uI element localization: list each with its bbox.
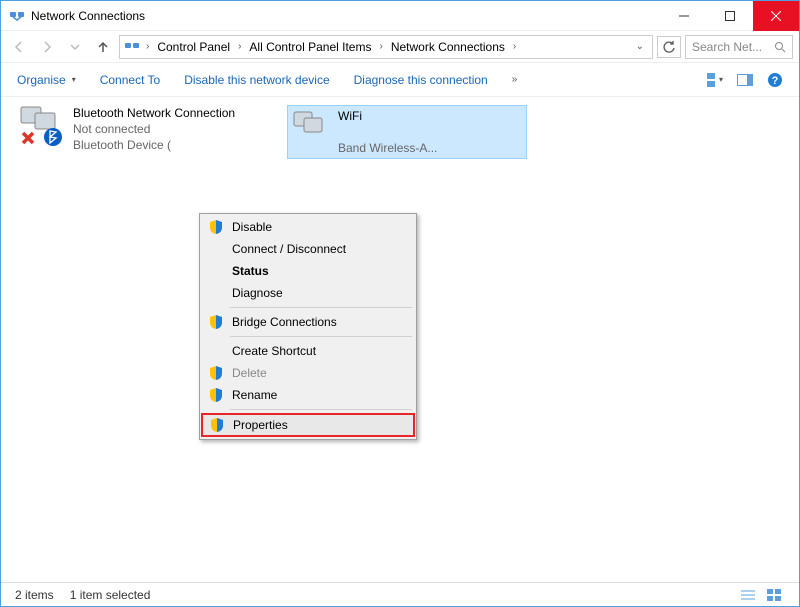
network-adapter-bluetooth[interactable]: Bluetooth Network Connection Not connect… [17,105,257,153]
menu-item-rename[interactable]: Rename [202,384,414,406]
help-icon[interactable]: ? [767,72,783,88]
bluetooth-adapter-icon [17,105,65,147]
breadcrumb-item[interactable]: Network Connections [387,40,509,54]
context-menu: Disable Connect / Disconnect Status Diag… [199,213,417,440]
chevron-right-icon[interactable]: › [236,41,243,52]
menu-separator [230,409,412,410]
search-placeholder: Search Net... [692,40,762,54]
preview-pane-icon[interactable] [737,72,753,88]
forward-button[interactable] [35,35,59,59]
adapter-device: Bluetooth Device ( [73,137,235,153]
shield-icon [208,314,224,330]
menu-item-properties[interactable]: Properties [201,413,415,437]
dropdown-icon[interactable]: ⌄ [632,41,648,52]
adapter-status: Not connected [73,121,235,137]
shield-icon [208,365,224,381]
search-icon [774,41,786,53]
content-area: Bluetooth Network Connection Not connect… [1,97,799,575]
back-button[interactable] [7,35,31,59]
tiles-view-button[interactable] [763,586,785,604]
app-icon [9,8,25,24]
diagnose-button[interactable]: Diagnose this connection [354,73,488,87]
close-button[interactable] [753,1,799,31]
chevron-down-icon: ▾ [72,75,76,84]
menu-item-diagnose[interactable]: Diagnose [202,282,414,304]
details-view-button[interactable] [737,586,759,604]
menu-item-status[interactable]: Status [202,260,414,282]
shield-icon [209,417,225,433]
menu-separator [230,307,412,308]
menu-item-disable[interactable]: Disable [202,216,414,238]
up-button[interactable] [91,35,115,59]
svg-text:?: ? [772,75,779,87]
connect-to-button[interactable]: Connect To [100,73,161,87]
shield-icon [208,387,224,403]
adapter-status [338,124,437,140]
location-icon [124,39,140,55]
search-input[interactable]: Search Net... [685,35,793,59]
address-bar: › Control Panel › All Control Panel Item… [1,31,799,63]
wifi-adapter-icon [290,108,330,144]
breadcrumb-item[interactable]: All Control Panel Items [245,40,375,54]
chevron-right-icon[interactable]: › [377,41,384,52]
minimize-button[interactable] [661,1,707,31]
disable-device-button[interactable]: Disable this network device [184,73,329,87]
network-adapter-wifi[interactable]: WiFi Band Wireless-A... [287,105,527,159]
adapter-name: WiFi [338,108,437,124]
view-options-icon[interactable]: ▾ [707,72,723,88]
status-selected: 1 item selected [70,588,151,602]
recent-button[interactable] [63,35,87,59]
status-bar: 2 items 1 item selected [1,582,799,606]
chevron-right-icon[interactable]: › [144,41,151,52]
adapter-device: Band Wireless-A... [338,140,437,156]
menu-item-bridge[interactable]: Bridge Connections [202,311,414,333]
titlebar: Network Connections [1,1,799,31]
shield-icon [208,219,224,235]
refresh-button[interactable] [657,36,681,58]
overflow-icon[interactable]: » [512,74,518,85]
toolbar: Organise▾ Connect To Disable this networ… [1,63,799,97]
menu-separator [230,336,412,337]
status-count: 2 items [15,588,54,602]
menu-item-connect-disconnect[interactable]: Connect / Disconnect [202,238,414,260]
window-title: Network Connections [31,9,661,23]
maximize-button[interactable] [707,1,753,31]
breadcrumb-item[interactable]: Control Panel [153,40,234,54]
chevron-right-icon[interactable]: › [511,41,518,52]
menu-item-delete[interactable]: Delete [202,362,414,384]
organise-button[interactable]: Organise▾ [17,73,76,87]
menu-item-create-shortcut[interactable]: Create Shortcut [202,340,414,362]
adapter-name: Bluetooth Network Connection [73,105,235,121]
breadcrumb[interactable]: › Control Panel › All Control Panel Item… [119,35,653,59]
